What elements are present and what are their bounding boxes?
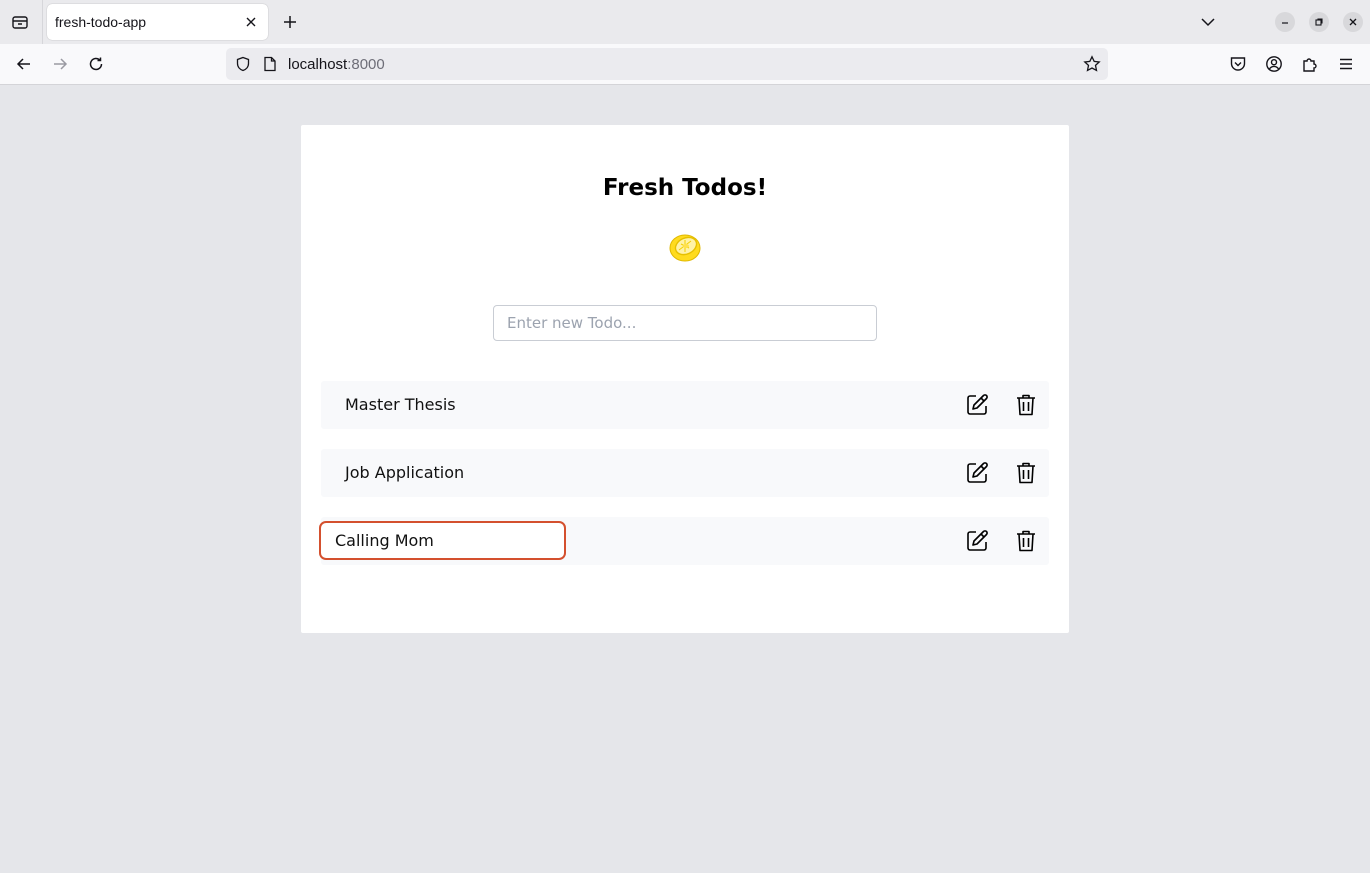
hamburger-menu-icon [1340, 58, 1352, 70]
account-button[interactable] [1262, 52, 1286, 76]
shield-icon [236, 56, 250, 72]
reload-button[interactable] [84, 52, 108, 76]
trash-icon [1017, 394, 1035, 416]
edit-todo-button[interactable] [964, 528, 990, 554]
window-restore-button[interactable] [1309, 12, 1329, 32]
page-icon [264, 56, 276, 72]
forward-button[interactable] [48, 52, 72, 76]
extensions-button[interactable] [1298, 52, 1322, 76]
pocket-button[interactable] [1226, 52, 1250, 76]
plus-icon [284, 16, 296, 28]
restore-icon [1315, 18, 1323, 26]
lemon-icon [667, 229, 703, 265]
todo-item: Job Application [321, 449, 1049, 497]
tab-title: fresh-todo-app [55, 14, 147, 30]
edit-icon [967, 394, 988, 415]
edit-icon [967, 530, 988, 551]
url-port: :8000 [347, 56, 385, 73]
site-info-button[interactable] [261, 55, 279, 73]
trash-icon [1017, 462, 1035, 484]
tab-close-button[interactable] [242, 13, 260, 31]
todo-item: Master Thesis [321, 381, 1049, 429]
window-close-button[interactable] [1343, 12, 1363, 32]
puzzle-icon [1303, 58, 1317, 72]
page-title: Fresh Todos! [602, 175, 768, 201]
arrow-left-icon [16, 58, 30, 70]
tab-list-icon [12, 16, 28, 29]
minimize-icon [1282, 22, 1288, 24]
delete-todo-button[interactable] [1013, 460, 1039, 486]
tracking-protection-button[interactable] [234, 55, 252, 73]
new-todo-input[interactable] [493, 305, 877, 341]
reload-icon [89, 57, 103, 71]
url-host: localhost [288, 56, 348, 73]
todo-card: Fresh Todos! Master Thesis [301, 125, 1069, 633]
delete-todo-button[interactable] [1013, 392, 1039, 418]
trash-icon [1017, 530, 1035, 552]
arrow-right-icon [54, 58, 68, 70]
window-minimize-button[interactable] [1275, 12, 1295, 32]
browser-tabbar: fresh-todo-app [0, 0, 1370, 44]
browser-navbar: localhost:8000 [0, 44, 1370, 85]
edit-icon [967, 462, 988, 483]
tab-separator [42, 0, 43, 44]
url-text[interactable]: localhost:8000 [288, 56, 385, 73]
delete-todo-button[interactable] [1013, 528, 1039, 554]
todo-item-editing [319, 517, 1049, 565]
edit-todo-button[interactable] [964, 392, 990, 418]
new-tab-button[interactable] [278, 10, 302, 34]
app-menu-button[interactable] [1334, 52, 1358, 76]
close-icon [1349, 18, 1357, 26]
browser-tab-active[interactable]: fresh-todo-app [47, 4, 268, 40]
todo-label[interactable]: Master Thesis [345, 395, 456, 414]
pocket-icon [1230, 57, 1246, 71]
todo-label[interactable]: Job Application [345, 463, 464, 482]
url-bar[interactable]: localhost:8000 [226, 48, 1108, 80]
tab-list-button[interactable] [8, 10, 32, 34]
star-icon [1083, 55, 1101, 72]
list-all-tabs-button[interactable] [1196, 10, 1220, 34]
edit-todo-button[interactable] [964, 460, 990, 486]
close-icon [246, 17, 256, 27]
bookmark-button[interactable] [1082, 54, 1102, 74]
back-button[interactable] [12, 52, 36, 76]
chevron-down-icon [1201, 18, 1215, 27]
todo-edit-input[interactable] [319, 521, 566, 560]
account-icon [1266, 56, 1282, 72]
